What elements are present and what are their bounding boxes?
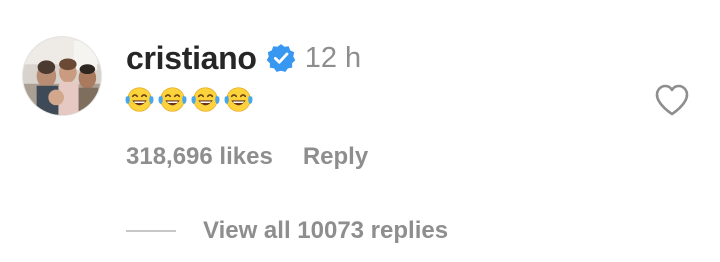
comment-text [124, 84, 254, 114]
tears-of-joy-emoji-icon [124, 85, 155, 114]
replies-divider [126, 230, 176, 232]
tears-of-joy-emoji-icon [190, 85, 221, 114]
heart-icon[interactable] [654, 83, 690, 117]
view-replies-row: View all 10073 replies [126, 215, 448, 247]
avatar-photo [23, 37, 101, 115]
likes-count[interactable]: 318,696 likes [126, 143, 273, 171]
comment-meta: 318,696 likes Reply [126, 142, 368, 172]
verified-badge-icon [266, 43, 296, 73]
tears-of-joy-emoji-icon [157, 85, 188, 114]
reply-button[interactable]: Reply [303, 143, 368, 171]
username[interactable]: cristiano [126, 40, 257, 77]
view-replies-button[interactable]: View all 10073 replies [203, 217, 448, 245]
comment-header: cristiano 12 h [126, 38, 361, 78]
tears-of-joy-emoji-icon [223, 85, 254, 114]
avatar[interactable] [22, 36, 102, 116]
timestamp[interactable]: 12 h [305, 42, 361, 75]
